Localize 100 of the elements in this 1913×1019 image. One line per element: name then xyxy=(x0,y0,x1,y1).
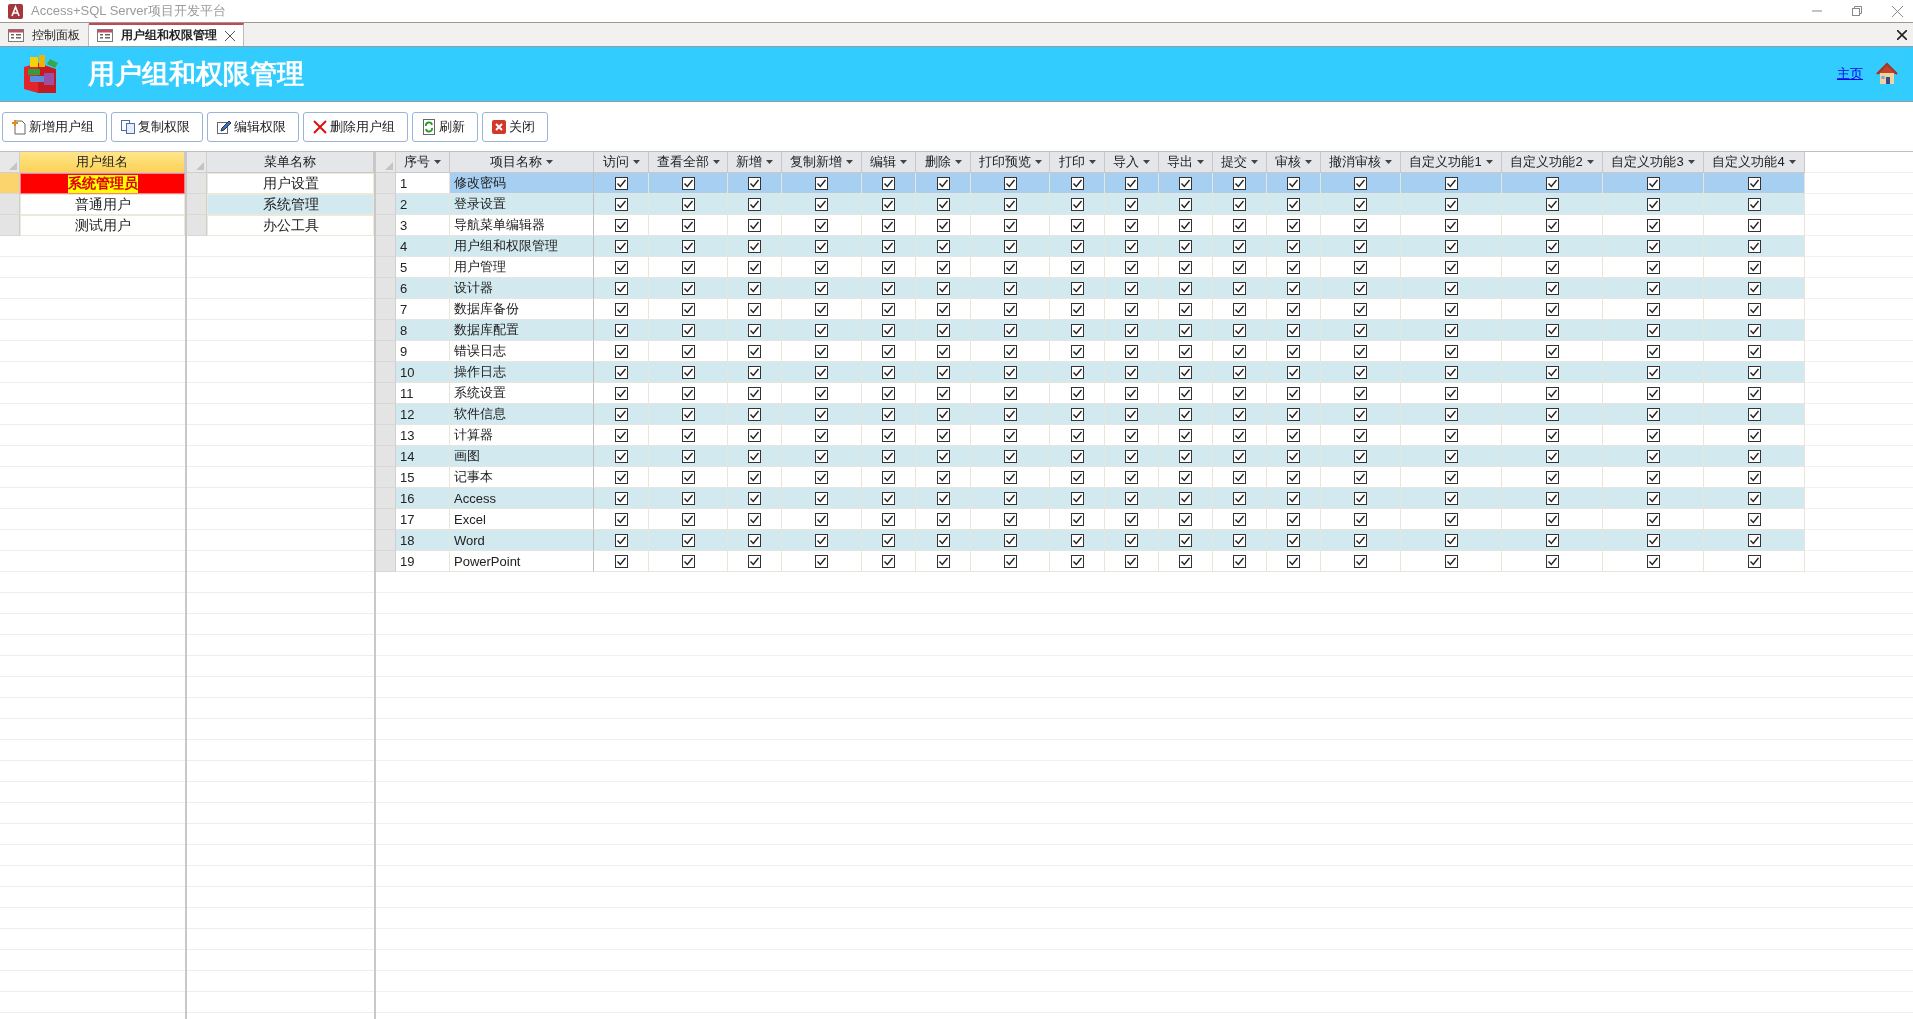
checkbox[interactable] xyxy=(1444,554,1458,568)
checkbox[interactable] xyxy=(882,260,895,274)
checkbox[interactable] xyxy=(815,176,828,190)
checkbox[interactable] xyxy=(1747,344,1761,358)
checkbox[interactable] xyxy=(1747,533,1761,547)
checkbox[interactable] xyxy=(1287,554,1300,568)
checkbox[interactable] xyxy=(1070,407,1084,421)
checkbox[interactable] xyxy=(681,470,695,484)
checkbox[interactable] xyxy=(1003,323,1017,337)
checkbox[interactable] xyxy=(882,302,895,316)
checkbox[interactable] xyxy=(1003,428,1017,442)
checkbox[interactable] xyxy=(681,176,695,190)
checkbox[interactable] xyxy=(815,470,828,484)
checkbox[interactable] xyxy=(1233,407,1246,421)
checkbox[interactable] xyxy=(1747,491,1761,505)
checkbox[interactable] xyxy=(1545,512,1559,526)
checkbox[interactable] xyxy=(614,365,628,379)
checkbox[interactable] xyxy=(614,449,628,463)
checkbox[interactable] xyxy=(1125,344,1138,358)
checkbox[interactable] xyxy=(1233,470,1246,484)
checkbox[interactable] xyxy=(1545,491,1559,505)
checkbox[interactable] xyxy=(1747,281,1761,295)
checkbox[interactable] xyxy=(882,512,895,526)
checkbox[interactable] xyxy=(1354,407,1367,421)
checkbox[interactable] xyxy=(1444,260,1458,274)
checkbox[interactable] xyxy=(614,302,628,316)
column-header[interactable]: 撤消审核 xyxy=(1321,152,1401,173)
checkbox[interactable] xyxy=(1444,197,1458,211)
checkbox[interactable] xyxy=(1003,281,1017,295)
checkbox[interactable] xyxy=(1444,533,1458,547)
checkbox[interactable] xyxy=(1287,428,1300,442)
checkbox[interactable] xyxy=(1179,365,1192,379)
checkbox[interactable] xyxy=(936,533,950,547)
checkbox[interactable] xyxy=(1545,470,1559,484)
checkbox[interactable] xyxy=(936,407,950,421)
checkbox[interactable] xyxy=(1070,344,1084,358)
checkbox[interactable] xyxy=(1354,323,1367,337)
checkbox[interactable] xyxy=(1354,386,1367,400)
checkbox[interactable] xyxy=(1354,302,1367,316)
checkbox[interactable] xyxy=(748,197,761,211)
checkbox[interactable] xyxy=(614,260,628,274)
checkbox[interactable] xyxy=(1070,197,1084,211)
checkbox[interactable] xyxy=(614,470,628,484)
checkbox[interactable] xyxy=(815,365,828,379)
checkbox[interactable] xyxy=(815,512,828,526)
checkbox[interactable] xyxy=(614,512,628,526)
checkbox[interactable] xyxy=(1003,533,1017,547)
checkbox[interactable] xyxy=(1179,512,1192,526)
checkbox[interactable] xyxy=(1003,176,1017,190)
checkbox[interactable] xyxy=(1444,239,1458,253)
checkbox[interactable] xyxy=(681,365,695,379)
checkbox[interactable] xyxy=(1354,365,1367,379)
toolbar-button[interactable]: 刷新 xyxy=(412,111,478,142)
checkbox[interactable] xyxy=(1354,197,1367,211)
checkbox[interactable] xyxy=(614,197,628,211)
checkbox[interactable] xyxy=(936,512,950,526)
checkbox[interactable] xyxy=(1354,176,1367,190)
checkbox[interactable] xyxy=(1125,386,1138,400)
column-header[interactable]: 导出 xyxy=(1159,152,1213,173)
checkbox[interactable] xyxy=(882,176,895,190)
checkbox[interactable] xyxy=(1233,239,1246,253)
checkbox[interactable] xyxy=(1747,302,1761,316)
close-icon[interactable] xyxy=(225,30,235,41)
checkbox[interactable] xyxy=(1747,239,1761,253)
checkbox[interactable] xyxy=(748,533,761,547)
checkbox[interactable] xyxy=(936,449,950,463)
checkbox[interactable] xyxy=(748,386,761,400)
checkbox[interactable] xyxy=(882,344,895,358)
checkbox[interactable] xyxy=(936,428,950,442)
checkbox[interactable] xyxy=(1003,554,1017,568)
checkbox[interactable] xyxy=(936,470,950,484)
checkbox[interactable] xyxy=(1125,323,1138,337)
checkbox[interactable] xyxy=(1287,386,1300,400)
checkbox[interactable] xyxy=(1070,470,1084,484)
checkbox[interactable] xyxy=(1070,386,1084,400)
checkbox[interactable] xyxy=(1747,218,1761,232)
checkbox[interactable] xyxy=(1287,512,1300,526)
checkbox[interactable] xyxy=(1233,218,1246,232)
checkbox[interactable] xyxy=(1233,344,1246,358)
checkbox[interactable] xyxy=(936,491,950,505)
column-header[interactable]: 自定义功能2 xyxy=(1502,152,1603,173)
toolbar-button[interactable]: 复制权限 xyxy=(111,111,203,142)
checkbox[interactable] xyxy=(1444,491,1458,505)
checkbox[interactable] xyxy=(1747,260,1761,274)
checkbox[interactable] xyxy=(1646,407,1660,421)
checkbox[interactable] xyxy=(1233,260,1246,274)
checkbox[interactable] xyxy=(681,491,695,505)
checkbox[interactable] xyxy=(882,365,895,379)
checkbox[interactable] xyxy=(1287,302,1300,316)
checkbox[interactable] xyxy=(1747,323,1761,337)
checkbox[interactable] xyxy=(882,323,895,337)
column-header[interactable]: 打印 xyxy=(1050,152,1105,173)
checkbox[interactable] xyxy=(815,428,828,442)
checkbox[interactable] xyxy=(1747,428,1761,442)
checkbox[interactable] xyxy=(936,365,950,379)
checkbox[interactable] xyxy=(1070,512,1084,526)
checkbox[interactable] xyxy=(1646,554,1660,568)
checkbox[interactable] xyxy=(882,239,895,253)
checkbox[interactable] xyxy=(936,260,950,274)
checkbox[interactable] xyxy=(1646,533,1660,547)
